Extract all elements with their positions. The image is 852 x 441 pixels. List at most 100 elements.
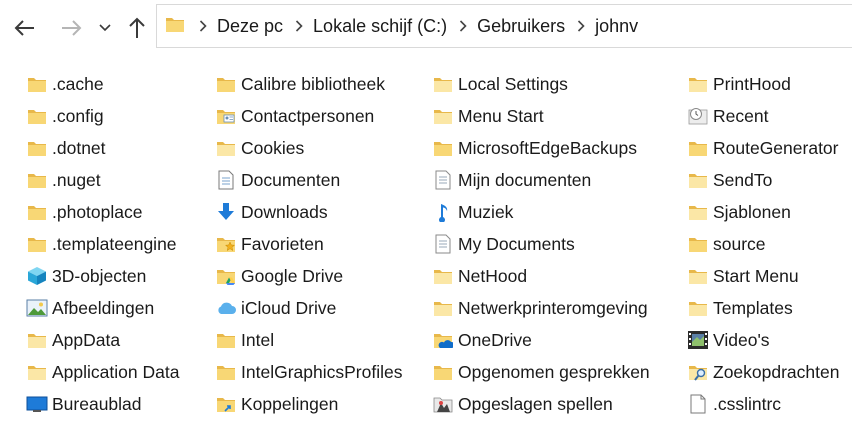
file-list-item-label: NetHood <box>458 265 528 286</box>
file-list-item-label: PrintHood <box>713 73 791 94</box>
file-list-item-label: Start Menu <box>713 265 799 286</box>
file-list-item[interactable]: Templates <box>687 292 839 324</box>
file-list-item[interactable]: Bureaublad <box>26 388 179 420</box>
documents-icon <box>215 169 237 191</box>
document-shortcut-icon <box>432 169 454 191</box>
file-list-item[interactable]: Intel <box>215 324 402 356</box>
file-list-item-label: Cookies <box>241 137 305 158</box>
file-list-item-label: .templateengine <box>52 233 177 254</box>
file-list-item[interactable]: .csslintrc <box>687 388 839 420</box>
file-list-item[interactable]: .photoplace <box>26 196 179 228</box>
file-list-item[interactable]: .config <box>26 100 179 132</box>
file-list-item[interactable]: Muziek <box>432 196 650 228</box>
file-list-item-label: Local Settings <box>458 73 568 94</box>
folder-icon <box>215 73 237 95</box>
video-film-icon <box>687 329 709 351</box>
file-list-item[interactable]: .dotnet <box>26 132 179 164</box>
file-list-item[interactable]: RouteGenerator <box>687 132 839 164</box>
chevron-down-icon <box>99 24 111 32</box>
folder-icon <box>432 137 454 159</box>
folder-shortcut-icon <box>687 169 709 191</box>
file-list-item-label: source <box>713 233 766 254</box>
file-list-item[interactable]: Application Data <box>26 356 179 388</box>
recent-locations-dropdown[interactable] <box>92 12 118 44</box>
file-column: Local Settings Menu Start MicrosoftEdgeBac… <box>432 68 650 420</box>
chevron-right-icon[interactable] <box>199 20 207 32</box>
address-bar[interactable]: Deze pc Lokale schijf (C:) Gebruikers jo… <box>156 4 852 48</box>
file-list-item[interactable]: Contactpersonen <box>215 100 402 132</box>
file-list-item[interactable]: OneDrive <box>432 324 650 356</box>
file-list-item[interactable]: Downloads <box>215 196 402 228</box>
file-list-item[interactable]: .templateengine <box>26 228 179 260</box>
file-list-item[interactable]: My Documents <box>432 228 650 260</box>
file-list-item[interactable]: NetHood <box>432 260 650 292</box>
file-list-item-label: AppData <box>52 329 121 350</box>
file-list-item-label: .nuget <box>52 169 101 190</box>
chevron-right-icon[interactable] <box>577 20 585 32</box>
contacts-folder-icon <box>215 105 237 127</box>
file-list-item[interactable]: Cookies <box>215 132 402 164</box>
file-list-item[interactable]: MicrosoftEdgeBackups <box>432 132 650 164</box>
file-list-item[interactable]: .nuget <box>26 164 179 196</box>
folder-shortcut-icon <box>432 297 454 319</box>
music-note-icon <box>432 201 454 223</box>
folder-shortcut-icon <box>687 265 709 287</box>
folder-shortcut-icon <box>432 73 454 95</box>
chevron-right-icon[interactable] <box>295 20 303 32</box>
file-list-item[interactable]: Documenten <box>215 164 402 196</box>
file-list-item[interactable]: SendTo <box>687 164 839 196</box>
file-list-item[interactable]: Mijn documenten <box>432 164 650 196</box>
file-list-item-label: Templates <box>713 297 793 318</box>
breadcrumb-this-pc[interactable]: Deze pc <box>217 16 283 37</box>
folder-shortcut-icon <box>687 73 709 95</box>
onedrive-folder-icon <box>432 329 454 351</box>
file-list-item-label: .csslintrc <box>713 393 782 414</box>
search-folder-icon <box>687 361 709 383</box>
file-list-item[interactable]: Zoekopdrachten <box>687 356 839 388</box>
breadcrumb-current-user[interactable]: johnv <box>595 16 638 37</box>
file-list-item[interactable]: .cache <box>26 68 179 100</box>
folder-shortcut-icon <box>26 361 48 383</box>
file-list-item[interactable]: Recent <box>687 100 839 132</box>
file-list-item[interactable]: PrintHood <box>687 68 839 100</box>
navigation-bar: Deze pc Lokale schijf (C:) Gebruikers jo… <box>0 0 852 58</box>
file-list-item-label: Afbeeldingen <box>52 297 155 318</box>
file-list-item[interactable]: 3D-objecten <box>26 260 179 292</box>
file-list-item-label: Muziek <box>458 201 514 222</box>
recent-icon <box>687 105 709 127</box>
document-shortcut-icon <box>432 233 454 255</box>
folder-shortcut-icon <box>432 265 454 287</box>
file-list-item[interactable]: Local Settings <box>432 68 650 100</box>
forward-button[interactable] <box>56 12 86 44</box>
file-list-item[interactable]: Google Drive <box>215 260 402 292</box>
file-list-item[interactable]: Koppelingen <box>215 388 402 420</box>
file-list-item-label: Favorieten <box>241 233 324 254</box>
folder-icon <box>165 15 185 38</box>
file-list-item[interactable]: Sjablonen <box>687 196 839 228</box>
file-list-item[interactable]: IntelGraphicsProfiles <box>215 356 402 388</box>
file-list-item-label: My Documents <box>458 233 575 254</box>
breadcrumb-users[interactable]: Gebruikers <box>477 16 565 37</box>
file-list-item[interactable]: source <box>687 228 839 260</box>
file-list-item-label: Sjablonen <box>713 201 791 222</box>
file-list-item-label: MicrosoftEdgeBackups <box>458 137 637 158</box>
file-list-item[interactable]: Afbeeldingen <box>26 292 179 324</box>
up-button[interactable] <box>122 12 152 44</box>
file-list-item-label: OneDrive <box>458 329 532 350</box>
file-list-item[interactable]: Menu Start <box>432 100 650 132</box>
file-list-item[interactable]: Video's <box>687 324 839 356</box>
file-list-item[interactable]: Start Menu <box>687 260 839 292</box>
chevron-right-icon[interactable] <box>459 20 467 32</box>
file-list-item[interactable]: Favorieten <box>215 228 402 260</box>
file-list-item[interactable]: Calibre bibliotheek <box>215 68 402 100</box>
file-list-item[interactable]: Opgenomen gesprekken <box>432 356 650 388</box>
file-list-item-label: Google Drive <box>241 265 344 286</box>
desktop-icon <box>26 393 48 415</box>
file-list-item-label: .cache <box>52 73 104 94</box>
file-list-item[interactable]: AppData <box>26 324 179 356</box>
breadcrumb-local-disk[interactable]: Lokale schijf (C:) <box>313 16 447 37</box>
file-list-item[interactable]: Opgeslagen spellen <box>432 388 650 420</box>
file-list-item[interactable]: Netwerkprinteromgeving <box>432 292 650 324</box>
file-list-item[interactable]: iCloud Drive <box>215 292 402 324</box>
back-button[interactable] <box>10 12 40 44</box>
